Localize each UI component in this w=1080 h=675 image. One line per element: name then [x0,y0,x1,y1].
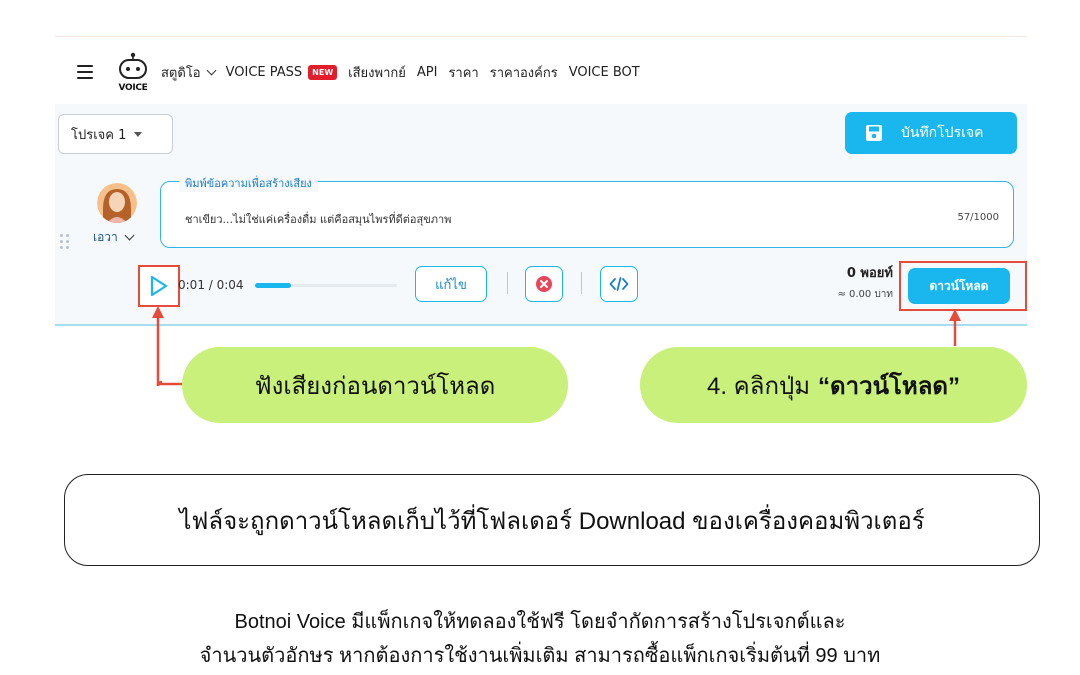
top-divider [55,36,1027,37]
char-counter: 57/1000 [957,212,999,223]
play-button[interactable] [138,265,180,307]
play-icon [150,275,168,297]
callout-step-bold: “ดาวน์โหลด” [818,372,960,400]
caret-down-icon [134,131,143,137]
points-baht: ≈ 0.00 บาท [837,289,893,300]
points-value: 0 พอยท์ [846,266,893,281]
voice-avatar[interactable] [97,183,137,223]
nav-voice-pass-label: VOICE PASS [225,64,303,80]
project-select-value: โปรเจค 1 [71,127,127,143]
close-circle-icon [536,276,552,292]
menu-icon[interactable] [77,65,93,79]
divider [581,272,582,294]
footer-line-2: จำนวนตัวอักษร หากต้องการใช้งานเพิ่มเติม … [199,645,881,667]
nav-studio-label: สตูดิโอ [161,65,201,81]
logo-text: VOICE [118,83,148,93]
callout-click-download: 4. คลิกปุ่ม “ดาวน์โหลด” [640,347,1027,423]
botnoi-voice-logo[interactable]: VOICE [113,51,153,93]
new-badge: NEW [308,64,338,80]
nav-voice-pass[interactable]: VOICE PASS NEW [225,64,338,80]
robot-logo-icon [119,52,147,79]
chevron-down-icon [206,65,217,75]
callout-listen: ฟังเสียงก่อนดาวน์โหลด [182,347,568,423]
divider [507,272,508,294]
nav-pricing[interactable]: ราคา [448,62,478,83]
text-input-label: พิมพ์ข้อความเพื่อสร้างเสียง [179,174,318,192]
studio-panel: โปรเจค 1 บันทึกโปรเจค เอวา พิมพ์ข้อความเ… [55,104,1027,326]
edit-button[interactable]: แก้ไข [415,266,487,302]
avatar-image [97,183,137,223]
nav-studio[interactable]: สตูดิโอ [161,62,217,83]
footer-text: Botnoi Voice มีแพ็กเกจให้ทดลองใช้ฟรี โดย… [0,605,1080,673]
callout-arrows [152,306,961,387]
save-project-button[interactable]: บันทึกโปรเจค [845,112,1017,154]
save-icon [866,125,882,141]
download-button[interactable]: ดาวน์โหลด [908,268,1010,304]
text-input-box[interactable]: พิมพ์ข้อความเพื่อสร้างเสียง ชาเขียว...ไม… [160,174,1014,248]
footer-line-1: Botnoi Voice มีแพ็กเกจให้ทดลองใช้ฟรี โดย… [234,611,846,633]
code-icon [609,277,629,291]
points-display: 0 พอยท์ ≈ 0.00 บาท [813,262,893,302]
nav-voice-bot[interactable]: VOICE BOT [569,65,640,80]
delete-button[interactable] [525,266,563,302]
download-note: ไฟล์จะถูกดาวน์โหลดเก็บไว้ที่โฟลเดอร์ Dow… [64,474,1040,566]
voice-name-label: เอวา [93,230,118,244]
playback-progress-fill [255,283,291,288]
drag-handle-icon[interactable] [60,234,70,252]
embed-code-button[interactable] [600,266,638,302]
text-input-value[interactable]: ชาเขียว...ไม่ใช่แค่เครื่องดื่ม แต่คือสมุ… [185,210,451,228]
chevron-down-icon [124,230,135,241]
nav-api[interactable]: API [417,65,438,80]
nav-dubbing[interactable]: เสียงพากย์ [348,62,406,83]
playback-time: 0:01 / 0:04 [178,278,244,292]
nav-enterprise-pricing[interactable]: ราคาองค์กร [490,62,558,83]
save-project-label: บันทึกโปรเจค [901,125,984,141]
project-select[interactable]: โปรเจค 1 [58,114,173,154]
top-nav: VOICE สตูดิโอ VOICE PASS NEW เสียงพากย์ … [55,50,1027,94]
voice-selector[interactable]: เอวา [93,228,135,247]
callout-step-text: 4. คลิกปุ่ม [707,372,811,400]
playback-progress[interactable] [255,283,397,288]
